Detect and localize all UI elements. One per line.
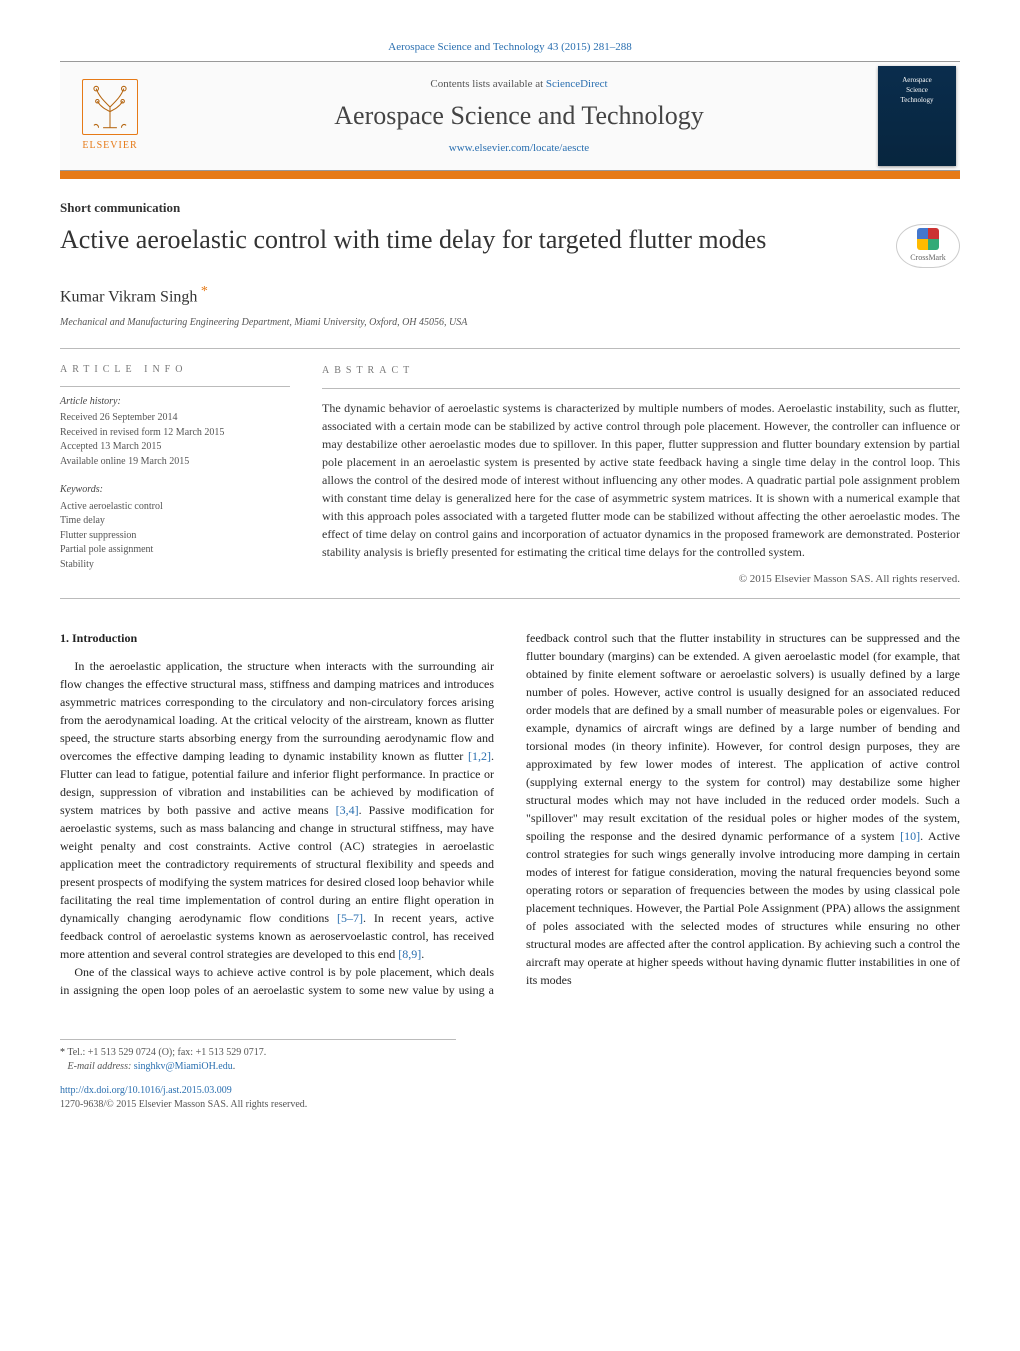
journal-masthead: ELSEVIER Contents lists available at Sci… [60,61,960,171]
history-online: Available online 19 March 2015 [60,455,290,470]
citation-link[interactable]: [5–7] [337,911,363,925]
abstract-text: The dynamic behavior of aeroelastic syst… [322,399,960,561]
section-heading: 1. Introduction [60,629,494,647]
crossmark-icon [917,228,939,250]
elsevier-tree-icon [82,79,138,135]
author-email-link[interactable]: singhkv@MiamiOH.edu [134,1061,233,1072]
keywords-label: Keywords: [60,483,290,498]
journal-homepage-link[interactable]: www.elsevier.com/locate/aescte [449,141,589,156]
keyword: Time delay [60,514,290,529]
journal-cover-thumbnail: Aerospace Science Technology [878,66,956,166]
abstract-copyright: © 2015 Elsevier Masson SAS. All rights r… [322,571,960,588]
contents-available: Contents lists available at ScienceDirec… [430,77,607,92]
article-info-column: ARTICLE INFO Article history: Received 2… [60,363,290,588]
body-paragraph: In the aeroelastic application, the stru… [60,657,494,963]
history-accepted: Accepted 13 March 2015 [60,440,290,455]
divider [60,598,960,599]
citation-link[interactable]: [3,4] [336,803,359,817]
keywords-list: Active aeroelastic control Time delay Fl… [60,500,290,573]
accent-bar [60,171,960,179]
corresponding-tel: Tel.: +1 513 529 0724 (O); fax: +1 513 5… [67,1047,266,1058]
email-label: E-mail address: [68,1061,132,1072]
history-label: Article history: [60,395,290,410]
doi-link[interactable]: http://dx.doi.org/10.1016/j.ast.2015.03.… [60,1085,232,1096]
citation-link[interactable]: [8,9] [398,947,421,961]
citation-header: Aerospace Science and Technology 43 (201… [60,40,960,55]
journal-title: Aerospace Science and Technology [334,98,704,134]
keyword: Active aeroelastic control [60,500,290,515]
article-info-heading: ARTICLE INFO [60,363,290,378]
star-icon: * [60,1047,65,1058]
abstract-column: ABSTRACT The dynamic behavior of aeroela… [322,363,960,588]
history-received: Received 26 September 2014 [60,411,290,426]
history-revised: Received in revised form 12 March 2015 [60,426,290,441]
keyword: Flutter suppression [60,529,290,544]
keyword: Stability [60,558,290,573]
crossmark-label: CrossMark [910,252,946,263]
author-line: Kumar Vikram Singh * [60,282,960,309]
citation-link[interactable]: [1,2] [468,749,491,763]
footnotes: * Tel.: +1 513 529 0724 (O); fax: +1 513… [60,1039,456,1112]
article-body: 1. Introduction In the aeroelastic appli… [60,629,960,999]
publisher-logo: ELSEVIER [60,62,160,170]
publisher-name: ELSEVIER [82,139,137,153]
citation-link[interactable]: [10] [900,829,920,843]
article-type: Short communication [60,199,960,217]
article-title: Active aeroelastic control with time del… [60,224,876,257]
crossmark-badge[interactable]: CrossMark [896,224,960,268]
author-name: Kumar Vikram Singh [60,288,197,305]
sciencedirect-link[interactable]: ScienceDirect [546,78,608,90]
keyword: Partial pole assignment [60,543,290,558]
corresponding-author-star-icon: * [197,284,208,299]
issn-copyright: 1270-9638/© 2015 Elsevier Masson SAS. Al… [60,1098,456,1112]
author-affiliation: Mechanical and Manufacturing Engineering… [60,316,960,330]
abstract-heading: ABSTRACT [322,363,960,378]
